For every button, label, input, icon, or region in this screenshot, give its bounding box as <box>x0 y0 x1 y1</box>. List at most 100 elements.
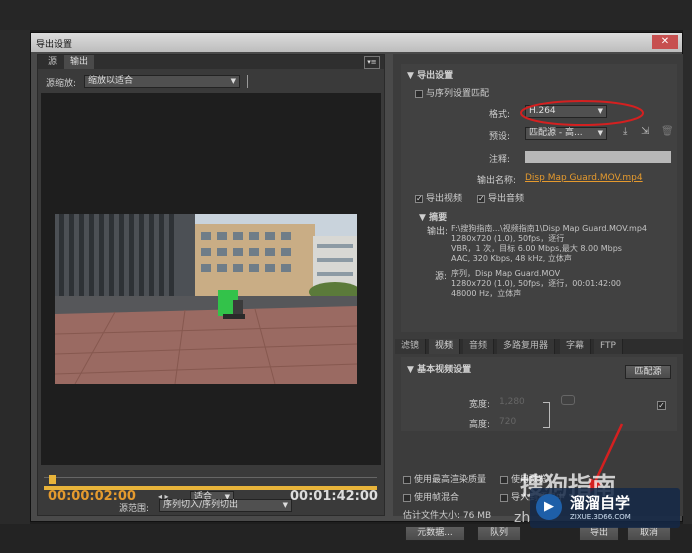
summary-title: ▼ 摘要 <box>419 210 447 223</box>
preset-label: 预设: <box>489 132 511 142</box>
summary-source-line: 1280x720 (1.0), 50fps，逐行，00:01:42:00 <box>451 279 622 288</box>
height-label: 高度: <box>469 420 491 430</box>
basic-video-title-text: 基本视频设置 <box>417 365 472 375</box>
export-settings-title: ▼ 导出设置 <box>407 68 453 81</box>
dialog-titlebar: 导出设置 ✕ <box>31 33 682 52</box>
import-project-checkbox[interactable] <box>500 493 508 502</box>
timeline-ruler <box>44 477 377 478</box>
frame-blending-option[interactable]: 使用帧混合 <box>403 490 459 503</box>
output-name-label: 输出名称: <box>477 176 517 186</box>
summary-output-text: F:\搜狗指南...\视频指南1\Disp Map Guard.MOV.mp4 … <box>451 224 675 264</box>
play-logo-icon: ▶ <box>536 494 562 520</box>
source-range-value: 序列切入/序列切出 <box>163 500 239 510</box>
export-audio-option[interactable]: ✓ 导出音频 <box>477 191 524 204</box>
format-label: 格式: <box>489 110 511 120</box>
watermark-brand: 溜溜自学 <box>570 494 631 512</box>
video-preview-frame <box>55 214 357 384</box>
summary-output-line: AAC, 320 Kbps, 48 kHz, 立体声 <box>451 254 572 263</box>
height-value[interactable]: 720 <box>499 417 516 427</box>
output-name-link[interactable]: Disp Map Guard.MOV.mp4 <box>525 173 643 183</box>
link-chain-icon[interactable] <box>561 395 575 405</box>
tab-source[interactable]: 源 <box>42 55 63 69</box>
tab-video[interactable]: 视频 <box>429 339 461 354</box>
playhead-icon[interactable] <box>49 475 56 484</box>
basic-video-settings-section: ▼ 基本视频设置 匹配源 宽度: 1,280 高度: 720 ✓ <box>401 357 677 431</box>
source-scale-dropdown[interactable]: 缩放以适合 ▼ <box>84 75 240 88</box>
dialog-title: 导出设置 <box>36 40 73 50</box>
max-render-quality-option[interactable]: 使用最高渲染质量 <box>403 472 486 485</box>
collapse-arrow-icon[interactable]: ▼ <box>407 365 417 375</box>
source-scale-value: 缩放以适合 <box>88 76 134 86</box>
export-audio-label: 导出音频 <box>488 194 525 204</box>
estimated-file-size: 估计文件大小: 76 MB <box>403 511 492 521</box>
timeline-range-bar[interactable] <box>44 486 377 490</box>
export-video-checkbox[interactable]: ✓ <box>415 194 423 203</box>
end-timecode: 00:01:42:00 <box>290 489 378 504</box>
cancel-button[interactable]: 取消 <box>627 526 671 541</box>
background-app-left <box>0 30 30 553</box>
tab-captions[interactable]: 字幕 <box>560 339 592 354</box>
match-sequence-label: 与序列设置匹配 <box>426 89 490 99</box>
close-button[interactable]: ✕ <box>652 35 678 49</box>
match-sequence-option[interactable]: 与序列设置匹配 <box>415 86 489 99</box>
collapse-arrow-icon[interactable]: ▼ <box>419 213 429 223</box>
summary-output-line: VBR，1 次，目标 6.00 Mbps,最大 8.00 Mbps <box>451 244 622 253</box>
summary-source-label: 源: <box>435 272 448 282</box>
export-video-option[interactable]: ✓ 导出视频 <box>415 191 462 204</box>
match-source-button[interactable]: 匹配源 <box>625 365 671 379</box>
source-scale-label: 源缩放: <box>46 79 77 89</box>
summary-source-line: 48000 Hz，立体声 <box>451 289 522 298</box>
max-render-quality-label: 使用最高渲染质量 <box>414 475 487 485</box>
background-app-right <box>683 30 692 553</box>
metadata-button[interactable]: 元数据... <box>405 526 465 541</box>
preview-area <box>41 93 381 465</box>
width-value[interactable]: 1,280 <box>499 397 525 407</box>
chevron-down-icon: ▼ <box>597 129 603 137</box>
delete-preset-icon[interactable]: 🗑 <box>661 126 674 137</box>
summary-source-text: 序列，Disp Map Guard.MOV 1280x720 (1.0), 50… <box>451 269 675 299</box>
use-preview-checkbox[interactable] <box>500 475 508 484</box>
match-sequence-checkbox[interactable] <box>415 89 423 98</box>
tab-audio[interactable]: 音频 <box>463 339 495 354</box>
watermark-url: ZIXUE.3D66.COM <box>570 513 631 521</box>
export-settings-title-text: 导出设置 <box>417 71 454 81</box>
summary-source-line: 序列，Disp Map Guard.MOV <box>451 269 561 278</box>
preview-tabs: 源 输出 ▾≡ <box>38 55 384 69</box>
preset-dropdown[interactable]: 匹配源 - 高... ▼ <box>525 127 607 140</box>
export-audio-checkbox[interactable]: ✓ <box>477 194 485 203</box>
queue-button[interactable]: 队列 <box>477 526 521 541</box>
constrain-bracket <box>543 402 550 428</box>
annotation-ellipse <box>520 100 644 126</box>
preset-value: 匹配源 - 高... <box>529 128 583 138</box>
summary-output-label: 输出: <box>427 227 449 237</box>
watermark-site-prefix: zh <box>514 510 531 526</box>
export-button[interactable]: 导出 <box>579 526 619 541</box>
tab-filters[interactable]: 滤镜 <box>395 339 427 354</box>
preview-panel: 源 输出 ▾≡ 源缩放: 缩放以适合 ▼ 00:00:02:00 ◂ ▸ 适合 … <box>37 54 385 516</box>
tab-output[interactable]: 输出 <box>64 55 95 69</box>
tab-multiplexer[interactable]: 多路复用器 <box>497 339 556 354</box>
export-video-label: 导出视频 <box>426 194 463 204</box>
comment-label: 注释: <box>489 155 511 165</box>
summary-output-line: F:\搜狗指南...\视频指南1\Disp Map Guard.MOV.mp4 <box>451 224 648 233</box>
max-render-quality-checkbox[interactable] <box>403 475 411 484</box>
width-label: 宽度: <box>469 400 491 410</box>
constrain-checkbox[interactable]: ✓ <box>657 401 666 410</box>
source-range-dropdown[interactable]: 序列切入/序列切出 ▼ <box>159 499 292 512</box>
frame-blending-label: 使用帧混合 <box>414 493 460 503</box>
settings-panel: ▼ 导出设置 与序列设置匹配 格式: H.264 ▼ 预设: 匹配源 - 高..… <box>393 54 683 541</box>
collapse-arrow-icon[interactable]: ▼ <box>407 71 417 81</box>
comment-input[interactable] <box>525 151 671 163</box>
tab-ftp[interactable]: FTP <box>594 339 623 354</box>
source-range-label: 源范围: <box>119 504 150 514</box>
watermark-logo: ▶ 溜溜自学 ZIXUE.3D66.COM <box>530 488 680 528</box>
summary-title-text: 摘要 <box>429 213 448 223</box>
divider <box>247 75 248 88</box>
chevron-down-icon: ▼ <box>230 77 236 85</box>
frame-blending-checkbox[interactable] <box>403 493 411 502</box>
chevron-down-icon: ▼ <box>282 501 288 509</box>
basic-video-title: ▼ 基本视频设置 <box>407 362 471 375</box>
summary-output-line: 1280x720 (1.0), 50fps，逐行 <box>451 234 565 243</box>
settings-tabs: 滤镜 视频 音频 多路复用器 字幕 FTP <box>395 339 683 354</box>
panel-menu-icon[interactable]: ▾≡ <box>364 56 380 69</box>
